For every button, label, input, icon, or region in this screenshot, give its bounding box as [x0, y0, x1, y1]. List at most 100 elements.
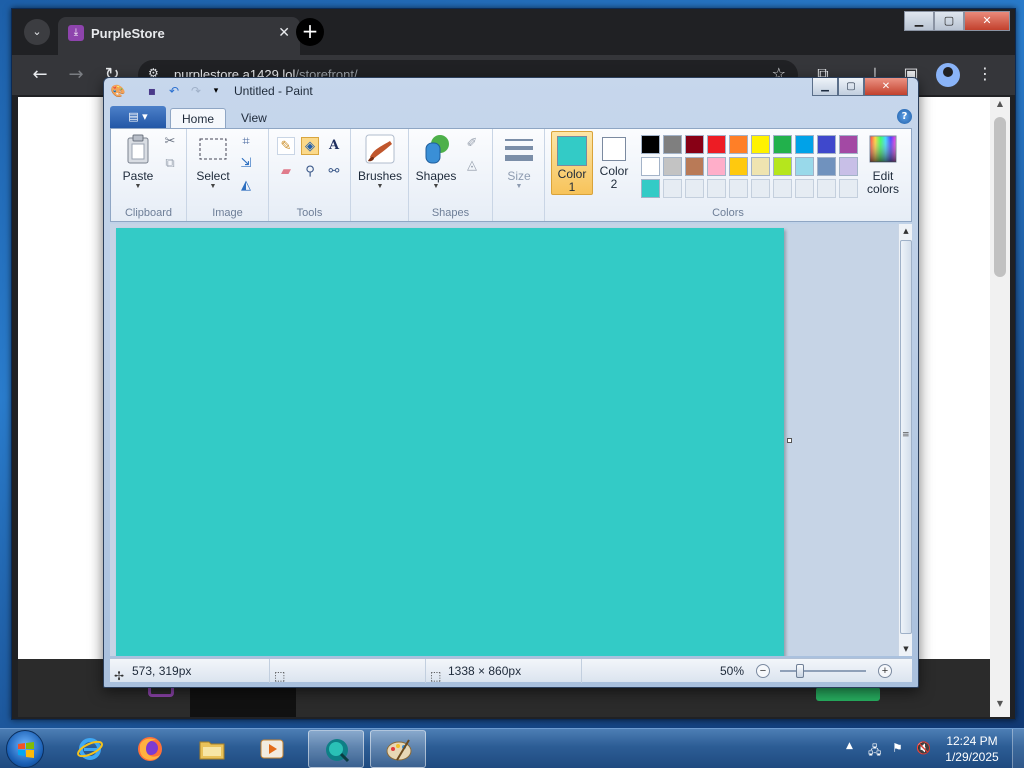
taskbar-clock[interactable]: 12:24 PM 1/29/2025 — [936, 733, 1008, 765]
palette-swatch[interactable] — [685, 179, 704, 198]
back-arrow-icon[interactable]: ← — [28, 63, 52, 87]
paint-close-button[interactable]: ✕ — [864, 78, 908, 96]
zoom-slider-track[interactable] — [780, 670, 866, 672]
shapes-button[interactable]: Shapes ▼ — [413, 133, 459, 190]
browser-close-button[interactable]: ✕ — [964, 11, 1010, 31]
palette-swatch[interactable] — [729, 179, 748, 198]
palette-swatch[interactable] — [773, 135, 792, 154]
page-scrollbar[interactable]: ▲ ▼ — [990, 97, 1010, 717]
profile-avatar-icon[interactable] — [936, 63, 960, 87]
palette-swatch[interactable] — [663, 135, 682, 154]
resize-icon[interactable]: ⇲ — [237, 155, 255, 173]
color-picker-icon[interactable]: ⚲ — [301, 163, 319, 181]
forward-arrow-icon[interactable]: → — [64, 63, 88, 87]
redo-icon[interactable]: ↷ — [188, 83, 204, 99]
drawing-canvas[interactable] — [116, 228, 784, 656]
color1-button[interactable]: Color 1 — [551, 131, 593, 195]
paste-button[interactable]: Paste ▼ — [117, 133, 159, 190]
tab-close-icon[interactable]: ✕ — [278, 25, 290, 41]
taskbar-paint[interactable] — [370, 730, 426, 768]
zoom-out-button[interactable]: − — [756, 664, 770, 678]
paint-file-menu-button[interactable]: ▤ ▾ — [110, 106, 166, 128]
browser-menu-icon[interactable]: ⋮ — [974, 64, 996, 83]
taskbar-media-player[interactable] — [244, 730, 300, 768]
show-hidden-icons-icon[interactable]: ▲ — [846, 741, 853, 751]
edit-colors-button[interactable]: Edit colors — [861, 133, 905, 196]
color2-button[interactable]: Color 2 — [595, 131, 633, 191]
paint-app-icon[interactable]: 🎨 — [110, 83, 126, 99]
palette-swatch[interactable] — [839, 157, 858, 176]
magnifier-icon[interactable]: ⚯ — [325, 163, 343, 181]
palette-swatch[interactable] — [685, 157, 704, 176]
palette-swatch[interactable] — [839, 135, 858, 154]
palette-swatch[interactable] — [773, 179, 792, 198]
palette-swatch[interactable] — [751, 179, 770, 198]
rotate-icon[interactable]: ◭ — [237, 177, 255, 195]
size-button[interactable]: Size ▼ — [499, 133, 539, 190]
tab-view[interactable]: View — [230, 108, 278, 128]
canvas-vertical-scrollbar[interactable]: ▲ ≡ ▼ — [898, 224, 912, 656]
canvas-scroll-down-icon[interactable]: ▼ — [899, 642, 913, 656]
palette-swatch[interactable] — [707, 179, 726, 198]
paint-title-bar[interactable]: 🎨 ▪ ↶ ↷ ▾ Untitled - Paint ▁ ▢ ✕ — [104, 78, 918, 104]
copy-icon[interactable]: ⧉ — [161, 155, 179, 173]
zoom-slider-thumb[interactable] — [796, 664, 804, 678]
tab-search-button[interactable]: ⌄ — [24, 19, 50, 45]
show-desktop-button[interactable] — [1012, 729, 1024, 768]
palette-swatch[interactable] — [663, 179, 682, 198]
palette-swatch[interactable] — [729, 157, 748, 176]
pencil-icon[interactable]: ✎ — [277, 137, 295, 155]
action-center-flag-icon[interactable]: ⚑ — [892, 741, 903, 755]
customize-qa-icon[interactable]: ▾ — [208, 83, 224, 99]
palette-swatch[interactable] — [795, 135, 814, 154]
volume-muted-icon[interactable]: 🔇 — [916, 741, 931, 755]
network-icon[interactable]: 🖧 — [868, 741, 881, 762]
shape-fill-icon[interactable]: ◬ — [463, 157, 481, 175]
browser-minimize-button[interactable]: ▁ — [904, 11, 934, 31]
undo-icon[interactable]: ↶ — [166, 83, 182, 99]
palette-swatch[interactable] — [817, 179, 836, 198]
browser-maximize-button[interactable]: ▢ — [934, 11, 964, 31]
paint-maximize-button[interactable]: ▢ — [838, 78, 864, 96]
palette-swatch[interactable] — [641, 157, 660, 176]
taskbar-chrome-app[interactable] — [308, 730, 364, 768]
tab-home[interactable]: Home — [170, 108, 227, 128]
palette-swatch[interactable] — [817, 157, 836, 176]
palette-swatch[interactable] — [685, 135, 704, 154]
scroll-up-icon[interactable]: ▲ — [990, 99, 1010, 115]
canvas-scroll-up-icon[interactable]: ▲ — [899, 224, 913, 238]
save-icon[interactable]: ▪ — [144, 83, 160, 99]
palette-swatch[interactable] — [795, 157, 814, 176]
taskbar-file-explorer[interactable] — [184, 730, 240, 768]
new-tab-button[interactable]: + — [296, 18, 324, 46]
palette-swatch[interactable] — [707, 135, 726, 154]
footer-green-button[interactable] — [816, 687, 880, 701]
palette-swatch[interactable] — [729, 135, 748, 154]
palette-swatch[interactable] — [795, 179, 814, 198]
paint-minimize-button[interactable]: ▁ — [812, 78, 838, 96]
scroll-down-icon[interactable]: ▼ — [990, 699, 1010, 715]
cut-icon[interactable]: ✂ — [161, 133, 179, 151]
palette-swatch[interactable] — [839, 179, 858, 198]
taskbar-firefox[interactable] — [122, 730, 178, 768]
page-scroll-thumb[interactable] — [994, 117, 1006, 277]
eraser-icon[interactable]: ▰ — [277, 163, 295, 181]
browser-tab[interactable]: ⤓ PurpleStore ✕ — [58, 17, 300, 55]
start-button[interactable] — [6, 730, 44, 768]
help-icon[interactable]: ? — [897, 109, 912, 124]
palette-swatch[interactable] — [707, 157, 726, 176]
palette-swatch[interactable] — [773, 157, 792, 176]
taskbar-internet-explorer[interactable] — [62, 730, 118, 768]
zoom-in-button[interactable]: + — [878, 664, 892, 678]
outline-icon[interactable]: ✐ — [463, 135, 481, 153]
canvas-resize-handle-right[interactable] — [787, 438, 792, 443]
palette-swatch[interactable] — [751, 157, 770, 176]
crop-icon[interactable]: ⌗ — [237, 133, 255, 151]
palette-swatch[interactable] — [641, 179, 660, 198]
select-button[interactable]: Select ▼ — [193, 133, 233, 190]
palette-swatch[interactable] — [663, 157, 682, 176]
brushes-button[interactable]: Brushes ▼ — [357, 133, 403, 190]
text-tool-icon[interactable]: A — [325, 137, 343, 155]
palette-swatch[interactable] — [751, 135, 770, 154]
palette-swatch[interactable] — [641, 135, 660, 154]
